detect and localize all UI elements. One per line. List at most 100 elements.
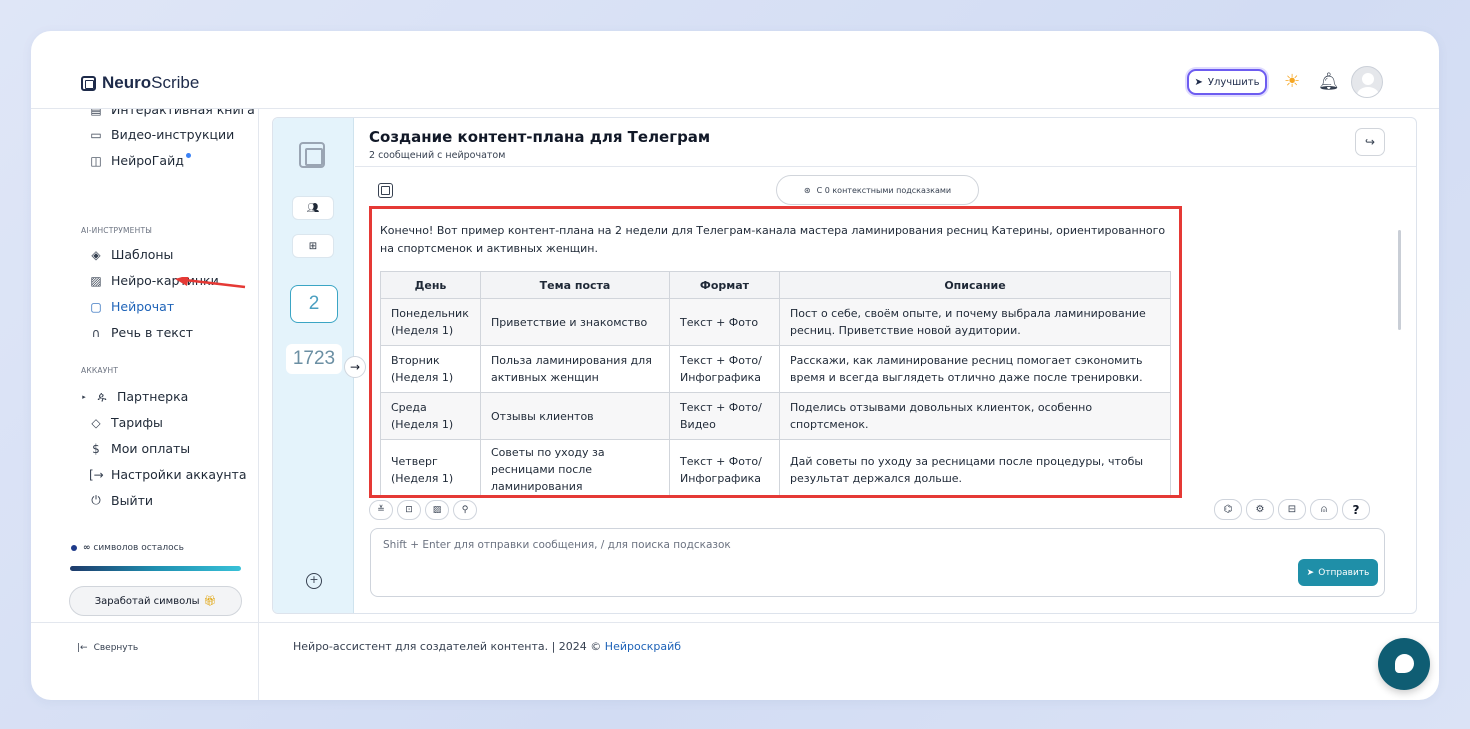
share-button[interactable]: ↪ [1355,128,1385,156]
footer-link[interactable]: Нейроскрайб [605,640,681,653]
table-cell: Текст + Фото [669,298,780,346]
sidebar-item-interactive-book[interactable]: ▤ Интерактивная книга [89,109,255,117]
symbols-label: символов осталось [93,543,184,553]
sidebar-item-video-guides[interactable]: ▭ Видео-инструкции [89,127,234,142]
annotation-arrow-icon [175,277,246,289]
gift-icon: 🎁︎ [203,595,217,607]
table-row: Вторник (Неделя 1) Польза ламинирования … [380,345,1171,393]
table-cell: Дай советы по уходу за ресницами после п… [779,439,1171,495]
table-cell: Среда (Неделя 1) [380,392,481,440]
sidebar-item-label: Нейрочат [111,299,175,314]
message-intro: Конечно! Вот пример контент-плана на 2 н… [380,224,1166,255]
help-button[interactable]: ? [1342,499,1370,520]
login-icon: [→ [89,467,104,482]
image-icon[interactable]: ▨ [425,500,449,520]
sidebar-item-neuroguide[interactable]: ◫ НейроГайд [89,153,191,168]
grid-button[interactable]: ⊞ [292,234,334,258]
scrollbar-thumb[interactable] [1398,230,1401,330]
chat-icon: ▢ [90,299,102,314]
contacts-button[interactable]: 👥︎ [292,196,334,220]
content-plan-table: День Тема поста Формат Описание Понедель… [380,271,1171,495]
video-icon: ▭ [90,127,102,142]
sidebar-item-label: Речь в текст [111,325,193,340]
settings-gear-icon[interactable]: ⚙ [1246,499,1274,520]
power-icon: ⏻ [91,493,101,507]
table-cell: Понедельник (Неделя 1) [380,298,481,346]
image-icon: ▨ [90,273,102,288]
sidebar-item-logout[interactable]: ⏻ Выйти [89,493,153,508]
upgrade-label: Улучшить [1207,76,1260,88]
sidebar-item-label: Видео-инструкции [111,127,235,142]
collapse-chevrons-icon[interactable]: ≚ [369,500,393,520]
chat-header-divider [355,166,1416,167]
earn-symbols-label: Заработай символы [94,595,200,607]
table-header: Формат [669,271,780,299]
table-header: Описание [779,271,1171,299]
table-cell: Поделись отзывами довольных клиенток, ос… [779,392,1171,440]
collapse-sidebar-button[interactable]: |← Свернуть [77,643,138,653]
new-chat-plus-icon[interactable]: + [306,573,322,589]
dollar-icon: $ [92,441,100,456]
expand-caret-icon: ▸ [82,392,86,401]
sidebar-item-speech-to-text[interactable]: ∩ Речь в текст [89,325,193,340]
avatar[interactable] [1351,66,1383,98]
sidebar-item-neurochat[interactable]: ▢ Нейрочат [89,299,174,314]
input-tools-right: ⌬ ⚙ ⊟ ⍝ ? [1214,499,1370,520]
sidebar-item-label: Шаблоны [111,247,174,262]
table-cell: Текст + Фото/ Видео [669,392,780,440]
app-window: NeuroScribe ➤ Улучшить ☀ 🔔︎ ▤ Интерактив… [31,31,1439,700]
send-button[interactable]: ➤ Отправить [1298,559,1378,586]
sidebar-item-label: Интерактивная книга [111,109,255,117]
magic-wand-icon[interactable]: ⚲ [453,500,477,520]
puzzle-icon[interactable]: ⌬ [1214,499,1242,520]
share-icon: ↪ [1364,135,1376,149]
table-row: Понедельник (Неделя 1) Приветствие и зна… [380,298,1171,346]
layout-icon[interactable]: ⊟ [1278,499,1306,520]
sidebar-item-label: НейроГайд [111,153,191,168]
table-cell: Текст + Фото/ Инфографика [669,439,780,495]
table-cell: Польза ламинирования для активных женщин [480,345,670,393]
table-cell: Четверг (Неделя 1) [380,439,481,495]
collapse-icon: |← [77,643,88,653]
sidebar-item-payments[interactable]: $ Мои оплаты [89,441,190,456]
save-icon[interactable]: ⊡ [397,500,421,520]
table-row: Четверг (Неделя 1) Советы по уходу за ре… [380,439,1171,495]
users-icon: 👥︎ [306,202,320,214]
section-ai-tools: AI-ИНСТРУМЕНТЫ [81,226,153,235]
table-cell: Пост о себе, своём опыте, и почему выбра… [779,298,1171,346]
earn-symbols-button[interactable]: Заработай символы 🎁︎ [69,586,242,616]
sidebar: ▤ Интерактивная книга ▭ Видео-инструкции… [31,109,258,622]
new-dot [185,153,191,158]
sidebar-item-label: Настройки аккаунта [111,467,247,482]
sidebar-item-tariffs[interactable]: ◇ Тарифы [89,415,163,430]
upgrade-button[interactable]: ➤ Улучшить [1187,69,1267,95]
assistant-logo-icon [378,183,393,198]
message-input[interactable]: Shift + Enter для отправки сообщения, / … [370,528,1385,597]
expand-arrow-button[interactable]: → [344,356,366,378]
grid-icon: ⊞ [308,240,318,252]
logo-icon [81,75,96,91]
symbols-remaining: ∞ символов осталось [71,543,184,553]
sidebar-item-partners[interactable]: ▸ ዹ Партнерка [81,389,188,404]
context-hints-button[interactable]: ⊛ С 0 контекстными подсказками [776,175,979,205]
input-placeholder: Shift + Enter для отправки сообщения, / … [383,539,731,551]
send-label: Отправить [1318,567,1370,578]
logo[interactable]: NeuroScribe [81,73,199,93]
sidebar-item-account-settings[interactable]: [→ Настройки аккаунта [89,467,247,482]
users-icon: ዹ [97,389,107,403]
layers-icon: ◈ [91,247,101,262]
robot-icon[interactable]: ⍝ [1310,499,1338,520]
arrow-right-icon: → [349,360,361,374]
theme-toggle-sun-icon[interactable]: ☀ [1284,71,1300,93]
footer-divider [31,622,1439,623]
sidebar-item-label: Тарифы [111,415,163,430]
support-chat-icon[interactable] [1378,638,1430,690]
assistant-message: Конечно! Вот пример контент-плана на 2 н… [369,206,1182,498]
sidebar-item-templates[interactable]: ◈ Шаблоны [89,247,173,262]
table-header: Тема поста [480,271,670,299]
notifications-bell-icon[interactable]: 🔔︎ [1318,71,1340,93]
top-bar: NeuroScribe ➤ Улучшить ☀ 🔔︎ [31,31,1439,108]
messages-count: 2 [290,285,338,323]
logo-bold-text: Neuro [102,73,152,92]
chat-title: Создание контент-плана для Телеграм [369,128,711,146]
